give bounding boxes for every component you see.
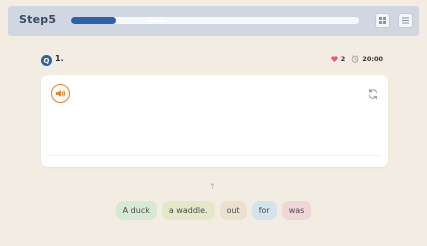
- up-arrow-icon: ↑: [209, 182, 216, 191]
- stats-bar: 2 20:00: [331, 55, 383, 63]
- grid-icon: [379, 17, 386, 24]
- timer-value: 20:00: [362, 55, 383, 63]
- heart-icon: [331, 56, 338, 62]
- progress-bar: [71, 17, 359, 24]
- progress-fill: [71, 17, 116, 24]
- question-badge: Q: [41, 55, 52, 66]
- word-chip[interactable]: was: [281, 201, 312, 220]
- word-chip[interactable]: a waddle.: [161, 201, 215, 220]
- timer-icon: [352, 55, 359, 63]
- list-view-button[interactable]: [398, 13, 413, 28]
- progress-shine: [148, 20, 163, 22]
- grid-view-button[interactable]: [375, 13, 390, 28]
- word-bank: A duck a waddle. out for was: [0, 201, 427, 220]
- timer-stat: 20:00: [351, 55, 383, 63]
- hearts-count: 2: [340, 55, 346, 63]
- list-icon: [402, 17, 409, 24]
- speaker-icon: [56, 89, 66, 98]
- audio-play-button[interactable]: [51, 84, 70, 103]
- hearts-stat: 2: [331, 55, 346, 63]
- word-chip[interactable]: A duck: [115, 201, 157, 220]
- answer-card: [41, 75, 388, 167]
- word-chip[interactable]: out: [219, 201, 247, 220]
- brand-title: Step5: [19, 13, 57, 26]
- reset-button[interactable]: [367, 85, 379, 100]
- question-number: 1.: [55, 54, 64, 63]
- answer-line: [49, 155, 380, 156]
- word-chip[interactable]: for: [251, 201, 277, 220]
- top-bar: Step5: [8, 6, 419, 36]
- refresh-icon: [368, 88, 378, 100]
